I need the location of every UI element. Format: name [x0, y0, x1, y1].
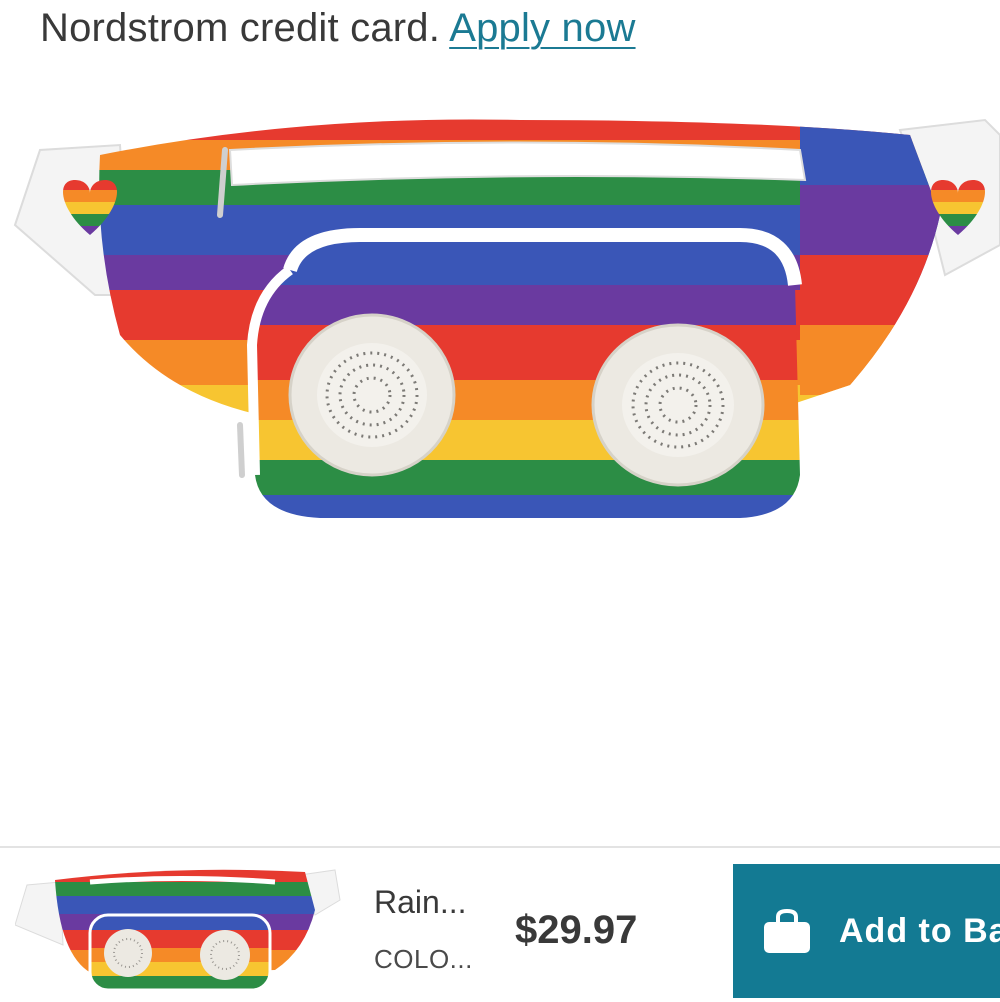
- add-to-bag-label: Add to Ba: [839, 912, 1000, 950]
- product-image[interactable]: [0, 95, 1000, 550]
- promo-text: Nordstrom credit card.: [40, 6, 441, 50]
- product-price: $29.97: [515, 908, 638, 952]
- apply-now-link[interactable]: Apply now: [449, 6, 635, 50]
- shopping-bag-icon: [764, 908, 810, 953]
- product-color: COLO...: [374, 944, 473, 974]
- credit-card-promo: Nordstrom credit card. Apply now: [40, 2, 636, 54]
- sticky-add-to-bag-bar: Rain... COLO... $29.97 Add to Ba: [0, 846, 1000, 1002]
- product-thumbnail[interactable]: [15, 860, 345, 998]
- add-to-bag-button[interactable]: Add to Ba: [733, 864, 1000, 998]
- product-name: Rain...: [374, 884, 467, 920]
- right-speaker: [591, 323, 765, 487]
- left-speaker: [288, 313, 456, 477]
